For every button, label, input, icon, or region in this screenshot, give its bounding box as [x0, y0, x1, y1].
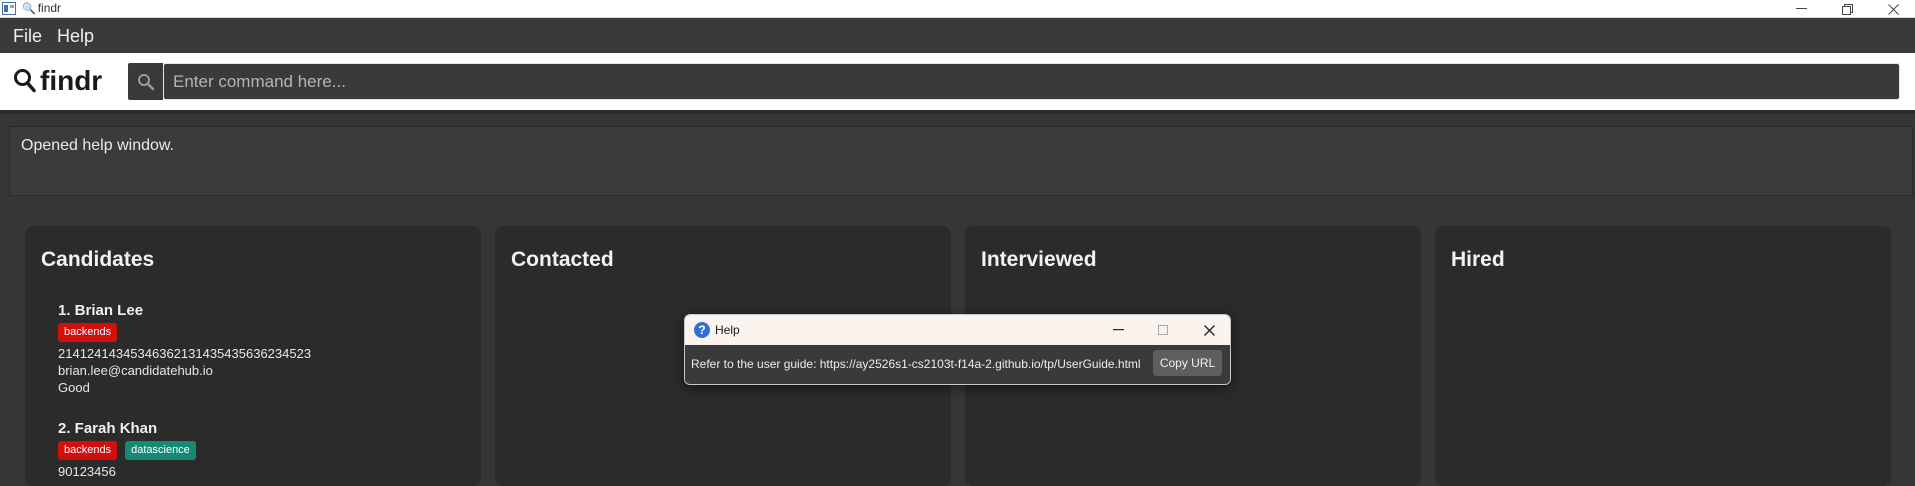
column-title: Contacted: [511, 248, 614, 271]
candidate-phone: 21412414345346362131435435636234523: [58, 346, 312, 361]
candidate-card[interactable]: 1. Brian Lee backends 214124143453463621…: [58, 302, 311, 396]
restore-icon[interactable]: [1824, 0, 1870, 18]
help-message: Refer to the user guide: https://ay2526s…: [691, 357, 1141, 371]
column-hired: Hired: [1435, 226, 1891, 486]
dialog-body: Refer to the user guide: https://ay2526s…: [685, 345, 1230, 384]
tag-badge: backends: [58, 441, 118, 460]
command-bar: findr: [0, 53, 1915, 110]
candidate-note: Good: [58, 380, 90, 395]
close-icon[interactable]: [1870, 0, 1915, 18]
candidate-name: 1. Brian Lee: [58, 302, 144, 319]
window-title: 🔍 findr: [22, 1, 61, 15]
result-display: Opened help window.: [9, 126, 1913, 196]
tag-badge: backends: [58, 323, 118, 342]
candidate-name: 2. Farah Khan: [58, 420, 158, 437]
tag-badge: datascience: [125, 441, 196, 460]
dialog-maximize-icon[interactable]: [1152, 319, 1174, 341]
brand-logo: findr: [13, 65, 102, 97]
dialog-close-icon[interactable]: [1198, 319, 1220, 341]
window-titlebar: 🔍 findr: [0, 0, 1915, 18]
column-title: Interviewed: [981, 248, 1097, 271]
magnifier-icon: 🔍: [22, 3, 36, 15]
minimize-icon[interactable]: [1778, 0, 1824, 18]
dialog-titlebar[interactable]: ? Help: [685, 315, 1230, 345]
help-question-icon: ?: [694, 322, 710, 338]
menu-file[interactable]: File: [13, 26, 42, 47]
tag-list: backends: [58, 323, 311, 342]
column-candidates: Candidates 1. Brian Lee backends 2141241…: [25, 226, 481, 486]
window-title-label: findr: [37, 1, 62, 15]
result-panel: Opened help window.: [0, 110, 1915, 197]
tag-list: backends datascience: [58, 441, 196, 460]
dialog-minimize-icon[interactable]: [1107, 319, 1129, 341]
app-window-icon: [2, 2, 16, 15]
search-icon: [128, 63, 163, 100]
result-text: Opened help window.: [21, 137, 174, 154]
candidate-email: brian.lee@candidatehub.io: [58, 363, 213, 378]
magnifier-icon: [14, 69, 36, 93]
dialog-title: Help: [715, 323, 740, 337]
help-dialog: ? Help Refer to the user guide: https://…: [684, 314, 1231, 385]
menu-bar: File Help: [0, 18, 1915, 53]
copy-url-button[interactable]: Copy URL: [1153, 350, 1222, 376]
candidate-card[interactable]: 2. Farah Khan backends datascience 90123…: [58, 420, 196, 480]
column-title: Hired: [1451, 248, 1505, 271]
menu-help[interactable]: Help: [57, 26, 94, 47]
column-title: Candidates: [41, 248, 155, 271]
brand-name: findr: [40, 65, 103, 96]
command-input[interactable]: [163, 63, 1900, 100]
